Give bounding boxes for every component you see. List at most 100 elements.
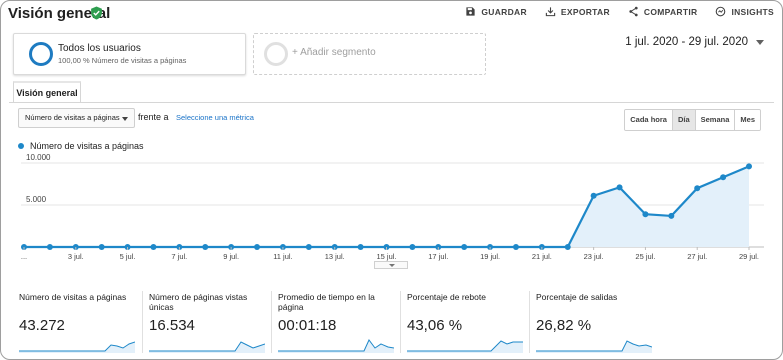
data-point xyxy=(564,244,571,250)
x-tick-label: 7 jul. xyxy=(171,252,187,261)
granularity-week[interactable]: Semana xyxy=(694,110,735,130)
data-point xyxy=(461,244,468,250)
date-range-text: 1 jul. 2020 - 29 jul. 2020 xyxy=(625,36,748,48)
scorecard-label: Porcentaje de salidas xyxy=(536,292,618,302)
verified-shield-icon xyxy=(91,6,102,20)
data-point xyxy=(357,244,364,250)
x-tick-label: ... xyxy=(21,252,27,261)
add-segment-button[interactable]: + Añadir segmento xyxy=(253,33,486,75)
chevron-down-icon xyxy=(756,39,764,45)
data-point xyxy=(202,244,209,250)
data-point xyxy=(746,163,752,170)
scorecard-label: Número de visitas a páginas xyxy=(19,292,127,302)
report-header: Visión general GUARDAR EXPORTAR COMPARTI… xyxy=(1,1,782,27)
granularity-day[interactable]: Día xyxy=(671,110,695,130)
scorecard-pageviews[interactable]: Número de visitas a páginas 43.272 xyxy=(13,291,142,353)
metric-select[interactable]: Número de visitas a páginas xyxy=(18,108,135,128)
data-point xyxy=(694,185,701,192)
chart-resize-handle[interactable] xyxy=(374,261,408,269)
export-label: EXPORTAR xyxy=(560,6,610,17)
date-range-picker[interactable]: 1 jul. 2020 - 29 jul. 2020 xyxy=(625,36,764,48)
x-tick-label: 27 jul. xyxy=(687,252,707,261)
scorecard-label: Porcentaje de rebote xyxy=(407,292,486,302)
scorecard-unique-pageviews[interactable]: Número de páginas vistas únicas 16.534 xyxy=(142,291,271,353)
granularity-hourly[interactable]: Cada hora xyxy=(625,110,672,130)
sparkline xyxy=(536,340,652,353)
scorecard-label: Promedio de tiempo en la página xyxy=(278,292,375,312)
data-point xyxy=(46,244,53,250)
legend-label: Número de visitas a páginas xyxy=(30,141,144,151)
x-tick-label: 29 jul. xyxy=(739,252,759,261)
scorecard-exit-rate[interactable]: Porcentaje de salidas 26,82 % xyxy=(529,291,658,353)
select-metric-link[interactable]: Seleccione una métrica xyxy=(176,113,254,122)
save-label: GUARDAR xyxy=(481,6,527,17)
segment-subtitle: 100,00 % Número de visitas a páginas xyxy=(58,56,187,65)
x-tick-label: 5 jul. xyxy=(120,252,136,261)
scorecard-value: 16.534 xyxy=(149,317,195,334)
tab-overview[interactable]: Visión general xyxy=(13,81,81,103)
data-point xyxy=(98,244,105,250)
versus-label: frente a xyxy=(138,112,169,122)
insights-label: INSIGHTS xyxy=(731,6,774,17)
chart-legend: Número de visitas a páginas xyxy=(18,141,144,151)
x-tick-label: 13 jul. xyxy=(325,252,345,261)
data-point xyxy=(642,211,649,218)
data-point xyxy=(512,244,519,250)
pageviews-line-chart: 10.000 5.000... 3 jul. 5 jul. 7 jul. 9 jul. 11… xyxy=(21,153,764,261)
download-icon xyxy=(545,7,556,17)
tab-divider xyxy=(9,102,774,103)
x-tick-label: 11 jul. xyxy=(273,252,292,261)
data-point xyxy=(590,192,597,199)
granularity-month[interactable]: Mes xyxy=(734,110,760,130)
granularity-toggle: Cada hora Día Semana Mes xyxy=(624,109,761,131)
x-tick-label: 15 jul. xyxy=(376,252,396,261)
metric-select-value: Número de visitas a páginas xyxy=(25,113,120,122)
legend-marker xyxy=(18,143,24,149)
x-tick-label: 21 jul. xyxy=(532,252,552,261)
sparkline xyxy=(407,340,523,353)
data-point xyxy=(150,244,157,250)
segment-ring-icon xyxy=(29,42,53,66)
scorecard-bounce-rate[interactable]: Porcentaje de rebote 43,06 % xyxy=(400,291,529,353)
y-tick-label: 5.000 xyxy=(26,195,47,204)
sparkline xyxy=(149,341,265,353)
scorecard-label: Número de páginas vistas únicas xyxy=(149,292,248,312)
sparkline xyxy=(19,341,135,353)
share-icon xyxy=(629,6,638,17)
chevron-down-icon xyxy=(122,117,128,121)
empty-segment-ring-icon xyxy=(264,42,288,66)
x-tick-label: 3 jul. xyxy=(68,252,84,261)
share-label: COMPARTIR xyxy=(643,6,698,17)
segment-title: Todos los usuarios xyxy=(58,43,141,54)
insights-button[interactable]: INSIGHTS xyxy=(715,6,774,17)
insights-icon xyxy=(716,6,726,17)
export-button[interactable]: EXPORTAR xyxy=(545,6,610,17)
segment-all-users[interactable]: Todos los usuarios 100,00 % Número de vi… xyxy=(13,33,246,75)
add-segment-label: + Añadir segmento xyxy=(292,47,376,58)
scorecard-value: 00:01:18 xyxy=(278,317,337,334)
share-button[interactable]: COMPARTIR xyxy=(628,6,698,17)
y-tick-label: 10.000 xyxy=(26,153,51,162)
scorecard-value: 43.272 xyxy=(19,317,65,334)
data-point xyxy=(305,244,312,250)
analytics-report: Visión general GUARDAR EXPORTAR COMPARTI… xyxy=(0,0,783,360)
data-point xyxy=(616,184,623,191)
scorecards: Número de visitas a páginas 43.272 Númer… xyxy=(13,291,658,353)
data-point xyxy=(668,212,675,219)
series-area xyxy=(24,166,749,247)
data-point xyxy=(254,244,261,250)
sparkline xyxy=(278,339,394,353)
x-tick-label: 23 jul. xyxy=(584,252,604,261)
scorecard-value: 43,06 % xyxy=(407,317,463,334)
x-tick-label: 17 jul. xyxy=(428,252,448,261)
report-actions: GUARDAR EXPORTAR COMPARTIR INSIGHTS xyxy=(465,6,774,17)
save-icon xyxy=(466,7,475,16)
data-point xyxy=(409,244,416,250)
scorecard-avg-time[interactable]: Promedio de tiempo en la página 00:01:18 xyxy=(271,291,400,353)
save-button[interactable]: GUARDAR xyxy=(465,6,527,17)
data-point xyxy=(720,174,727,181)
scorecard-value: 26,82 % xyxy=(536,317,592,334)
x-tick-label: 19 jul. xyxy=(480,252,500,261)
x-tick-label: 9 jul. xyxy=(223,252,239,261)
x-tick-label: 25 jul. xyxy=(635,252,655,261)
